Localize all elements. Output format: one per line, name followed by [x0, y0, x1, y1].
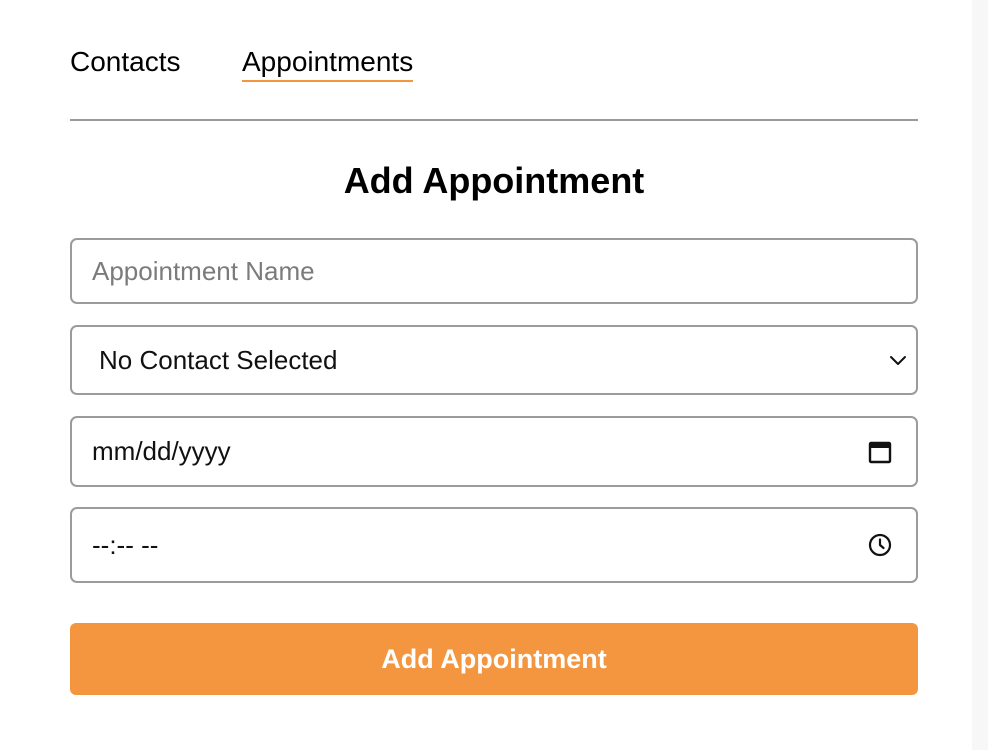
calendar-icon[interactable]	[868, 440, 892, 464]
top-nav: Contacts Appointments	[70, 0, 918, 121]
appointment-name-placeholder: Appointment Name	[92, 255, 315, 286]
add-appointment-button[interactable]: Add Appointment	[70, 623, 918, 695]
date-input-value: mm/dd/yyyy	[92, 436, 231, 466]
date-input[interactable]: mm/dd/yyyy	[70, 416, 918, 487]
nav-link-contacts[interactable]: Contacts	[70, 44, 181, 80]
time-input-value: --:-- --	[92, 529, 159, 560]
contact-select[interactable]: No Contact Selected	[70, 325, 918, 395]
time-input[interactable]: --:-- --	[70, 507, 918, 583]
clock-icon[interactable]	[868, 533, 892, 557]
appointment-name-input[interactable]: Appointment Name	[70, 238, 918, 304]
chevron-down-icon	[886, 348, 910, 372]
contact-select-value: No Contact Selected	[99, 344, 338, 375]
scrollbar-track[interactable]	[972, 0, 988, 750]
nav-link-appointments[interactable]: Appointments	[242, 44, 414, 82]
page-container: Contacts Appointments Add Appointment Ap…	[70, 0, 918, 695]
page-title: Add Appointment	[343, 160, 645, 201]
